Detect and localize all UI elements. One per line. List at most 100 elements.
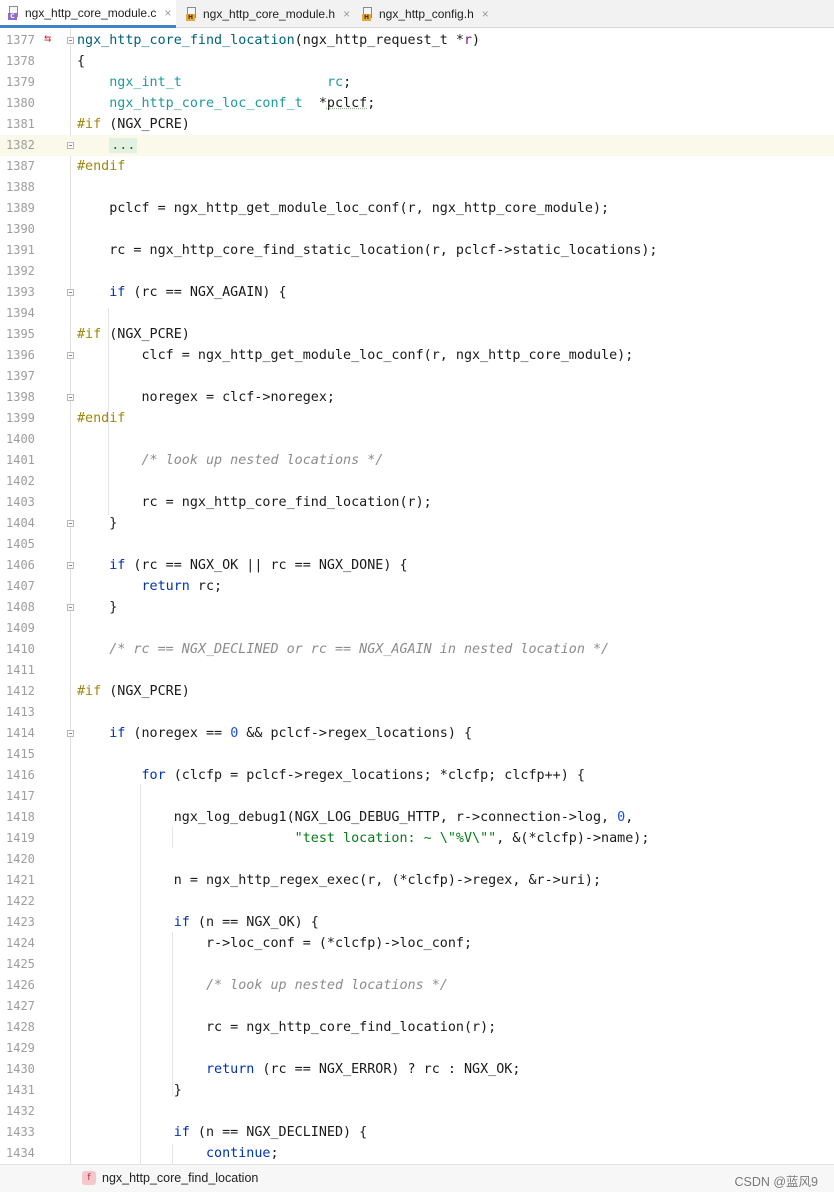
code-text: if (n == NGX_OK) {	[173, 915, 319, 930]
line-number: 1399	[6, 411, 35, 425]
code-text: pclcf = ngx_http_get_module_loc_conf(r, …	[77, 201, 610, 216]
code-line[interactable]: 1429	[0, 1038, 834, 1059]
code-line[interactable]: 1389 pclcf = ngx_http_get_module_loc_con…	[0, 198, 834, 219]
code-line[interactable]: 1387 #endif	[0, 156, 834, 177]
line-number: 1416	[6, 768, 35, 782]
fold-toggle-icon[interactable]	[67, 562, 74, 569]
close-icon[interactable]: ×	[164, 6, 171, 20]
code-line[interactable]: 1401 /* look up nested locations */	[0, 450, 834, 471]
code-line[interactable]: 1432	[0, 1101, 834, 1122]
code-line[interactable]: 1410 /* rc == NGX_DECLINED or rc == NGX_…	[0, 639, 834, 660]
tab-ngx-http-core-module-h[interactable]: Hngx_http_core_module.h ×	[178, 0, 352, 28]
line-number: 1411	[6, 663, 35, 677]
code-line[interactable]: 1419 "test location: ~ \"%V\"", &(*clcfp…	[0, 828, 834, 849]
code-line[interactable]: 1431 }	[0, 1080, 834, 1101]
function-icon: f	[82, 1171, 96, 1185]
line-number: 1420	[6, 852, 35, 866]
code-text: {	[77, 54, 86, 69]
code-line[interactable]: 1394	[0, 303, 834, 324]
code-line[interactable]: 1424 r->loc_conf = (*clcfp)->loc_conf;	[0, 933, 834, 954]
code-line[interactable]: 1426 /* look up nested locations */	[0, 975, 834, 996]
recursion-marker-icon[interactable]: ⇆	[44, 31, 51, 45]
code-line[interactable]: 1434 continue;	[0, 1143, 834, 1164]
line-number: 1380	[6, 96, 35, 110]
line-number: 1428	[6, 1020, 35, 1034]
tab-ngx-http-config-h[interactable]: Hngx_http_config.h ×	[354, 0, 504, 28]
line-number: 1388	[6, 180, 35, 194]
code-text: n = ngx_http_regex_exec(r, (*clcfp)->reg…	[77, 873, 602, 888]
fold-toggle-icon[interactable]	[67, 730, 74, 737]
code-line[interactable]: 1396 clcf = ngx_http_get_module_loc_conf…	[0, 345, 834, 366]
close-icon[interactable]: ×	[482, 7, 489, 21]
fold-toggle-icon[interactable]	[67, 37, 74, 44]
code-line[interactable]: 1397	[0, 366, 834, 387]
code-line[interactable]: 1393 if (rc == NGX_AGAIN) {	[0, 282, 834, 303]
code-line[interactable]: 1409	[0, 618, 834, 639]
code-line[interactable]: 1412 #if (NGX_PCRE)	[0, 681, 834, 702]
line-number: 1433	[6, 1125, 35, 1139]
code-line[interactable]: 1428 rc = ngx_http_core_find_location(r)…	[0, 1017, 834, 1038]
code-line[interactable]: 1402	[0, 471, 834, 492]
code-line[interactable]: 1418 ngx_log_debug1(NGX_LOG_DEBUG_HTTP, …	[0, 807, 834, 828]
code-line[interactable]: 1413	[0, 702, 834, 723]
code-line[interactable]: 1406 if (rc == NGX_OK || rc == NGX_DONE)…	[0, 555, 834, 576]
code-line[interactable]: 1420	[0, 849, 834, 870]
code-line[interactable]: 1390	[0, 219, 834, 240]
code-line[interactable]: 1378 {	[0, 51, 834, 72]
code-line[interactable]: 1377 ⇆ ngx_http_core_find_location(ngx_htt…	[0, 30, 834, 51]
code-line[interactable]: 1400	[0, 429, 834, 450]
code-line[interactable]: 1403 rc = ngx_http_core_find_location(r)…	[0, 492, 834, 513]
code-line[interactable]: 1382 ...	[0, 135, 834, 156]
line-number: 1378	[6, 54, 35, 68]
code-line[interactable]: 1416 for (clcfp = pclcf->regex_locations…	[0, 765, 834, 786]
breadcrumb-function-name[interactable]: ngx_http_core_find_location	[102, 1171, 258, 1185]
code-line[interactable]: 1427	[0, 996, 834, 1017]
code-line[interactable]: 1379 ngx_int_t rc;	[0, 72, 834, 93]
code-text: rc = ngx_http_core_find_location(r);	[77, 495, 432, 510]
indent-guide	[108, 308, 109, 515]
close-icon[interactable]: ×	[343, 7, 350, 21]
code-line[interactable]: 1433 if (n == NGX_DECLINED) {	[0, 1122, 834, 1143]
h-file-icon: H	[186, 7, 198, 21]
code-line[interactable]: 1381 #if (NGX_PCRE)	[0, 114, 834, 135]
fold-toggle-icon[interactable]	[67, 604, 74, 611]
code-line[interactable]: 1399 #endif	[0, 408, 834, 429]
fold-toggle-icon[interactable]	[67, 289, 74, 296]
code-line[interactable]: 1425	[0, 954, 834, 975]
fold-toggle-icon[interactable]	[67, 520, 74, 527]
code-line[interactable]: 1404 }	[0, 513, 834, 534]
fold-toggle-icon[interactable]	[67, 142, 74, 149]
code-line[interactable]: 1392	[0, 261, 834, 282]
code-line[interactable]: 1421 n = ngx_http_regex_exec(r, (*clcfp)…	[0, 870, 834, 891]
line-number: 1417	[6, 789, 35, 803]
code-line[interactable]: 1411	[0, 660, 834, 681]
code-line[interactable]: 1391 rc = ngx_http_core_find_static_loca…	[0, 240, 834, 261]
code-line[interactable]: 1415	[0, 744, 834, 765]
line-number: 1392	[6, 264, 35, 278]
code-line[interactable]: 1417	[0, 786, 834, 807]
code-line[interactable]: 1380 ngx_http_core_loc_conf_t *pclcf;	[0, 93, 834, 114]
line-number: 1405	[6, 537, 35, 551]
line-number: 1406	[6, 558, 35, 572]
code-line[interactable]: 1430 return (rc == NGX_ERROR) ? rc : NGX…	[0, 1059, 834, 1080]
indent-guide	[172, 1144, 173, 1164]
code-line[interactable]: 1408 }	[0, 597, 834, 618]
code-line[interactable]: 1407 return rc;	[0, 576, 834, 597]
watermark: CSDN @蓝风9	[734, 1175, 818, 1189]
breadcrumb[interactable]: f ngx_http_core_find_location	[82, 1171, 258, 1185]
code-line[interactable]: 1414 if (noregex == 0 && pclcf->regex_lo…	[0, 723, 834, 744]
line-number: 1379	[6, 75, 35, 89]
line-number: 1423	[6, 915, 35, 929]
code-line[interactable]: 1388	[0, 177, 834, 198]
code-line[interactable]: 1398 noregex = clcf->noregex;	[0, 387, 834, 408]
fold-toggle-icon[interactable]	[67, 394, 74, 401]
fold-toggle-icon[interactable]	[67, 352, 74, 359]
code-text: ngx_http_core_find_location(ngx_http_req…	[77, 33, 481, 48]
code-line[interactable]: 1422	[0, 891, 834, 912]
tab-ngx-http-core-module-c[interactable]: Cngx_http_core_module.c ×	[0, 0, 176, 28]
code-line[interactable]: 1423 if (n == NGX_OK) {	[0, 912, 834, 933]
code-line[interactable]: 1405	[0, 534, 834, 555]
code-line[interactable]: 1395 #if (NGX_PCRE)	[0, 324, 834, 345]
line-number: 1400	[6, 432, 35, 446]
folded-region[interactable]: ...	[109, 138, 138, 153]
